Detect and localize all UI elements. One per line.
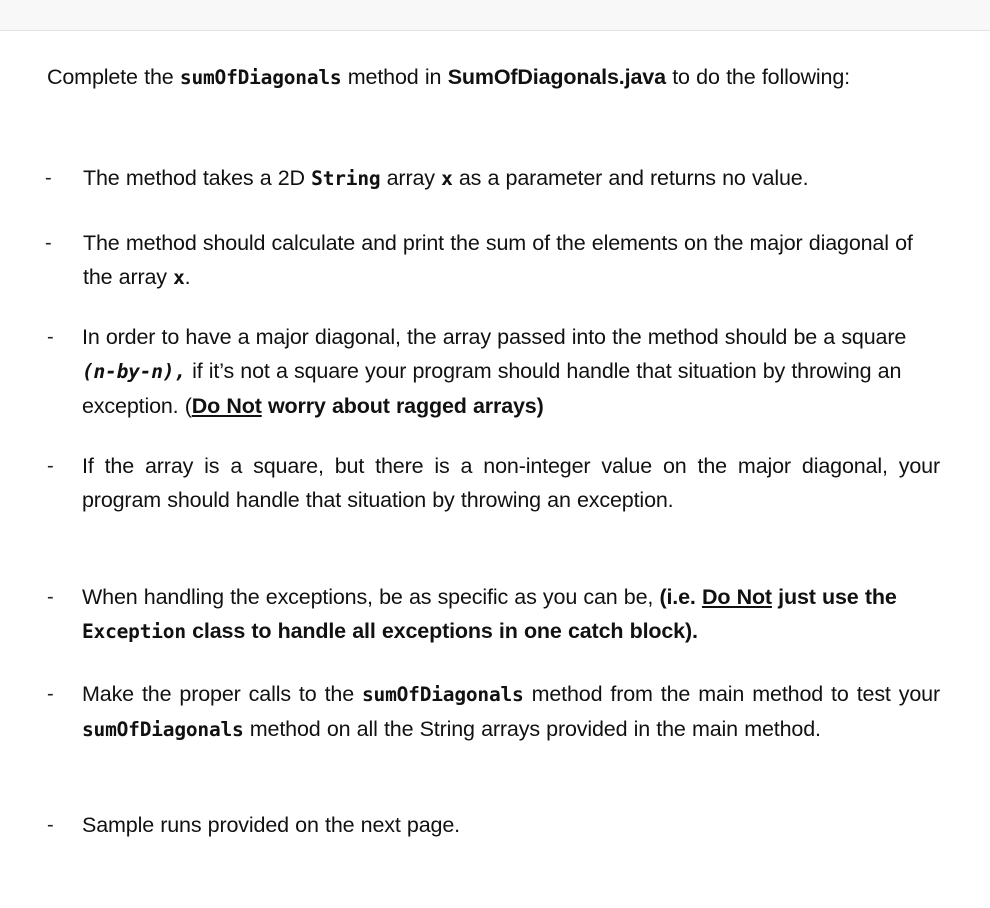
list-item: - In order to have a major diagonal, the… [47, 320, 947, 423]
intro-text-1: Complete the [47, 65, 180, 89]
intro-text-3: to do the following: [665, 65, 850, 89]
b2-text-1: The method should calculate and print th… [83, 231, 913, 289]
list-item-text: The method should calculate and print th… [83, 226, 945, 295]
list-item: - Sample runs provided on the next page. [47, 808, 947, 842]
b3-text-3: ) [536, 394, 544, 418]
bullet-marker: - [47, 455, 54, 477]
list-item: - Make the proper calls to the sumOfDiag… [47, 677, 947, 747]
bullet-marker: - [47, 683, 54, 705]
list-item-text: Sample runs provided on the next page. [82, 813, 460, 837]
list-item: - The method should calculate and print … [45, 226, 945, 295]
b1-text-2: array [380, 166, 442, 190]
list-item-text: When handling the exceptions, be as spec… [82, 580, 944, 649]
list-item-text: Make the proper calls to the sumOfDiagon… [82, 677, 940, 747]
b5-emphasis-ie: (i.e. [659, 585, 702, 609]
b5-emphasis-tail: class to handle all exceptions in one ca… [185, 619, 698, 643]
list-item-text: In order to have a major diagonal, the a… [82, 320, 944, 423]
list-item-text: The method takes a 2D String array x as … [83, 161, 945, 196]
b6-code-method-1: sumOfDiagonals [362, 683, 524, 706]
list-item: - If the array is a square, but there is… [47, 449, 947, 517]
b5-emphasis-do-not: Do Not [701, 585, 772, 609]
list-item: - The method takes a 2D String array x a… [45, 161, 945, 196]
b3-code-n-by-n: (n-by-n), [82, 360, 186, 383]
b3-emphasis-do-not: Do Not [191, 394, 262, 418]
bullet-marker: - [45, 167, 52, 189]
bullet-marker: - [47, 326, 54, 348]
intro-method-name: sumOfDiagonals [179, 66, 342, 89]
page-top-strip [0, 0, 990, 31]
document-page: Complete the sumOfDiagonals method in Su… [0, 0, 990, 908]
list-item: - When handling the exceptions, be as sp… [47, 580, 947, 649]
b6-code-method-2: sumOfDiagonals [82, 718, 244, 741]
b6-text-1: Make the proper calls to the [82, 682, 363, 706]
b1-code-x: x [441, 167, 453, 190]
bullet-marker: - [47, 586, 54, 608]
list-item-text: If the array is a square, but there is a… [82, 454, 940, 512]
b1-text-3: as a parameter and returns no value. [452, 166, 809, 190]
b3-emphasis-ragged: worry about ragged arrays [267, 394, 537, 418]
b5-emphasis-just-use: just use the [771, 585, 897, 609]
intro-paragraph: Complete the sumOfDiagonals method in Su… [47, 60, 912, 95]
b3-text-1: In order to have a major diagonal, the a… [82, 325, 907, 349]
b6-text-2: method from the main method to test your [523, 682, 941, 706]
b2-code-x: x [173, 266, 185, 289]
intro-text-2: method in [341, 65, 448, 89]
bullet-marker: - [47, 814, 54, 836]
b2-text-2: . [184, 265, 191, 289]
intro-file-name: SumOfDiagonals.java [447, 65, 666, 89]
b5-code-exception: Exception [82, 620, 186, 643]
b5-text-1: When handling the exceptions, be as spec… [82, 585, 660, 609]
b1-code-string: String [311, 167, 381, 190]
b6-text-3: method on all the String arrays provided… [243, 717, 821, 741]
b1-text-1: The method takes a 2D [83, 166, 312, 190]
bullet-marker: - [45, 232, 52, 254]
